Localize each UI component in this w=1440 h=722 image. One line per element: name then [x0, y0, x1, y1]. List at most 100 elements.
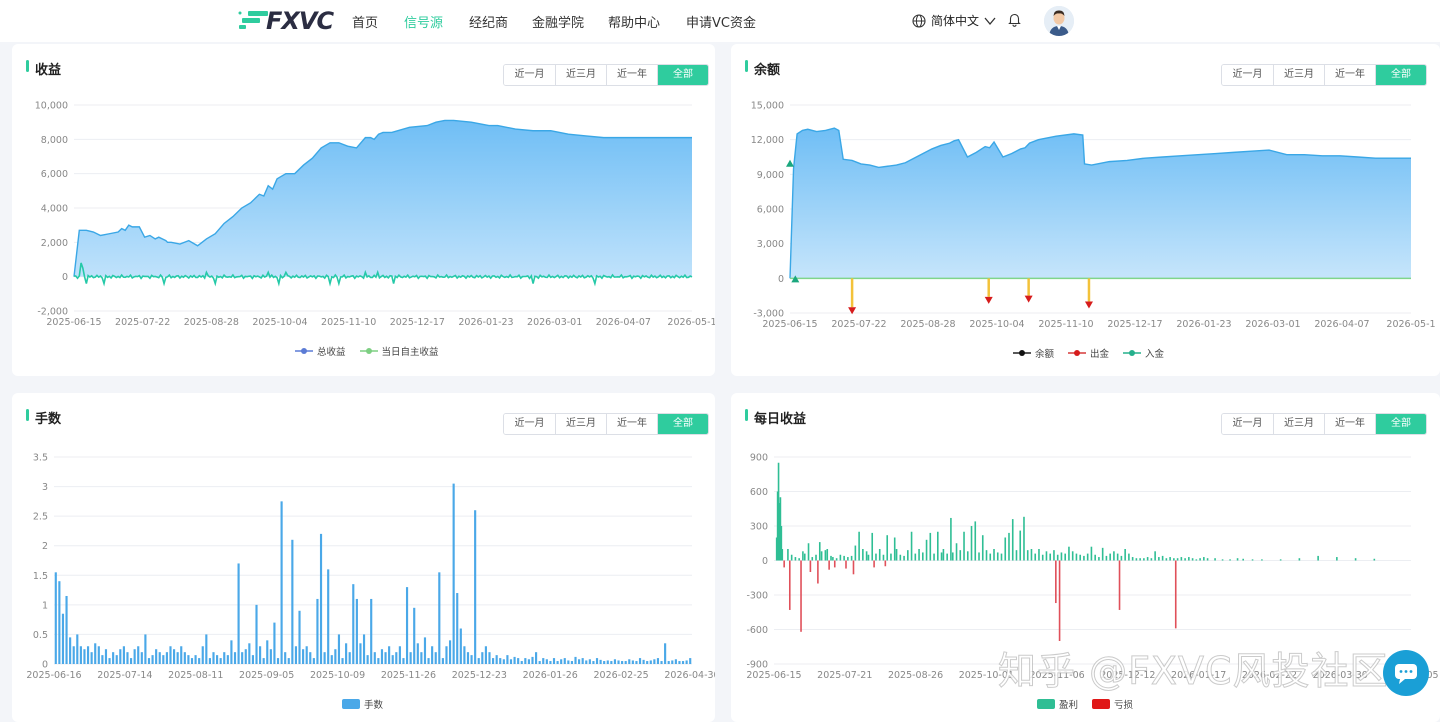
lots-bar — [678, 661, 681, 664]
x-tick-label: 2026-01-23 — [458, 317, 513, 328]
nav-help[interactable]: 帮助中心 — [608, 12, 660, 31]
profit-bar — [1105, 555, 1108, 561]
lots-bar — [180, 646, 183, 664]
x-tick-label: 2025-08-11 — [168, 670, 223, 681]
profit-bar — [815, 554, 817, 561]
y-tick-label: 1 — [42, 600, 48, 611]
lots-bar — [187, 655, 190, 664]
nav-academy[interactable]: 金融学院 — [532, 12, 584, 31]
nav-brokers[interactable]: 经纪商 — [469, 12, 508, 31]
lots-bar — [190, 658, 194, 664]
lots-bar — [273, 622, 276, 664]
profit-bar — [1135, 558, 1138, 561]
lots-bar — [570, 661, 574, 664]
nav-signals[interactable]: 信号源 — [404, 12, 443, 31]
profit-bar — [974, 521, 977, 561]
profit-bar — [802, 551, 804, 561]
y-tick-label: 0 — [62, 272, 68, 283]
profit-bar — [1317, 555, 1319, 561]
lots-bar — [413, 607, 416, 664]
lots-bar — [556, 661, 559, 664]
lots-bar — [681, 661, 685, 664]
lots-bar — [97, 646, 100, 664]
profit-bar — [942, 549, 945, 561]
profit-bar — [1019, 530, 1022, 561]
nav-home[interactable]: 首页 — [352, 12, 378, 31]
lots-bar — [298, 610, 301, 664]
profit-bar — [807, 543, 810, 561]
legend-withdrawal[interactable]: 出金 — [1068, 346, 1109, 360]
profit-bar — [1079, 554, 1081, 561]
lots-bar — [578, 659, 581, 664]
legend-loss[interactable]: 亏损 — [1092, 697, 1133, 711]
lots-bar — [599, 659, 602, 664]
lots-bar — [323, 652, 326, 664]
profit-bar — [1064, 553, 1066, 561]
language-selector[interactable]: 简体中文 — [912, 12, 996, 29]
lots-bar — [230, 640, 233, 664]
y-tick-label: -2,000 — [37, 307, 68, 318]
legend-total-profit[interactable]: 总收益 — [295, 344, 346, 358]
lots-bar — [94, 643, 97, 664]
profit-bar — [826, 549, 829, 561]
profit-bar — [993, 549, 995, 561]
profit-bar — [1011, 519, 1014, 561]
logo-mark-icon — [238, 11, 268, 29]
legend-lots[interactable]: 手数 — [342, 697, 383, 711]
loss-bar — [884, 560, 887, 567]
chat-support-button[interactable] — [1383, 650, 1429, 696]
legend-deposit[interactable]: 入金 — [1123, 346, 1164, 360]
lots-bar — [689, 658, 692, 664]
y-tick-label: 6,000 — [757, 205, 784, 216]
lots-bar — [423, 637, 427, 664]
legend-balance[interactable]: 余额 — [1013, 346, 1054, 360]
lots-bar — [226, 655, 229, 664]
lots-bar — [509, 659, 513, 664]
chevron-down-icon — [984, 17, 996, 25]
fxvc-logo[interactable]: FXVC — [236, 7, 334, 35]
y-tick-label: -3,000 — [753, 309, 784, 320]
lots-chart: 3.5 3 2.5 2 1.5 1 0.5 02025-06-16 2025-07-14 2025… — [26, 453, 715, 682]
profit-bar — [1206, 558, 1209, 561]
lots-bar — [69, 637, 72, 664]
nav-apply-funding[interactable]: 申请VC资金 — [686, 12, 756, 31]
loss-bar — [817, 560, 819, 584]
y-tick-label: -900 — [746, 660, 768, 671]
lots-bar — [172, 649, 176, 664]
lots-bar — [481, 652, 484, 664]
profit-legend: 总收益 当日自主收益 — [295, 344, 439, 358]
lots-bar — [459, 628, 462, 664]
lots-bar — [137, 646, 140, 664]
loss-bar — [809, 560, 812, 572]
y-tick-label: 15,000 — [751, 101, 784, 112]
profit-bar — [1199, 558, 1201, 561]
lots-bar — [108, 658, 111, 664]
lots-bar — [104, 649, 108, 664]
x-tick-label: 2025-11-26 — [381, 670, 436, 681]
profit-bar — [925, 539, 928, 561]
lots-bar — [610, 661, 613, 664]
lots-bar — [334, 649, 337, 664]
x-tick-label: 2025-12-17 — [390, 317, 445, 328]
profit-bar — [1184, 558, 1186, 561]
lots-bar — [617, 660, 620, 664]
profit-bar — [946, 553, 948, 561]
y-tick-label: 0.5 — [33, 630, 48, 641]
profit-bar — [978, 552, 980, 561]
legend-profit[interactable]: 盈利 — [1037, 697, 1078, 711]
y-tick-label: -600 — [746, 625, 768, 636]
balance-chart: 15,00012,0009,0006,0003,0000-3,0002025-0… — [751, 101, 1436, 331]
legend-daily-own-profit[interactable]: 当日自主收益 — [359, 344, 439, 358]
profit-bar — [1004, 537, 1007, 561]
x-tick-label: 2025-10-04 — [252, 317, 307, 328]
lots-bar — [603, 661, 606, 664]
lots-bar — [302, 649, 305, 664]
profit-bar — [1124, 549, 1126, 561]
profit-bar — [1336, 557, 1338, 561]
lots-bar — [194, 655, 197, 664]
profit-bar — [918, 549, 920, 561]
user-avatar[interactable] — [1044, 6, 1074, 36]
notification-bell-icon[interactable] — [1008, 12, 1021, 31]
profit-bar — [843, 555, 845, 561]
lots-bar — [370, 598, 373, 664]
